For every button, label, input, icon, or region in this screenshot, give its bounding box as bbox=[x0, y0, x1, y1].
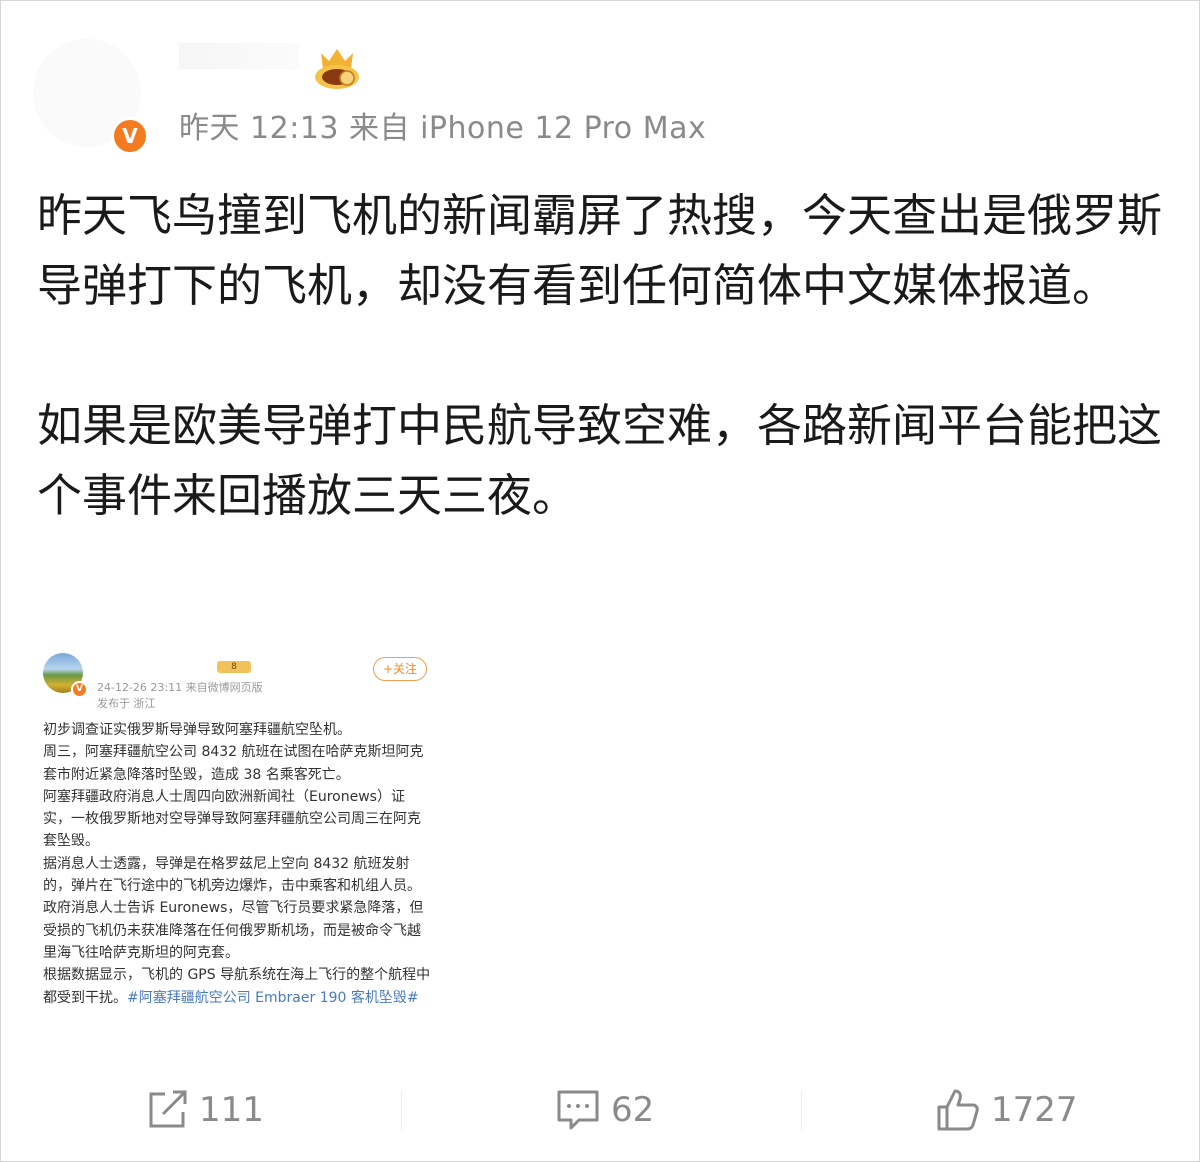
follow-button[interactable]: +关注 bbox=[373, 657, 427, 681]
embedded-screenshot[interactable]: V 8 +关注 24-12-26 23:11 来自微博网页版 发布于 浙江 初步… bbox=[31, 637, 439, 1057]
rank-crown-icon bbox=[315, 49, 359, 89]
embedded-body: 初步调查证实俄罗斯导弹导致阿塞拜疆航空坠机。 周三，阿塞拜疆航空公司 8432 … bbox=[43, 719, 431, 1009]
action-bar: 111 62 1727 bbox=[1, 1065, 1200, 1155]
embedded-verified-icon: V bbox=[71, 681, 88, 698]
comment-icon bbox=[557, 1090, 599, 1130]
repost-button[interactable]: 111 bbox=[145, 1087, 264, 1133]
comment-button[interactable]: 62 bbox=[555, 1087, 654, 1133]
post-card: V 昨天 12:13 来自 iPhone 12 Pro Max 昨天飞鸟撞到飞机… bbox=[0, 0, 1200, 1162]
like-count: 1727 bbox=[991, 1090, 1078, 1130]
embedded-line: 阿塞拜疆政府消息人士周四向欧洲新闻社（Euronews）证实，一枚俄罗斯地对空导… bbox=[43, 788, 421, 850]
post-meta: 昨天 12:13 来自 iPhone 12 Pro Max bbox=[179, 111, 707, 146]
embedded-level-badge: 8 bbox=[217, 661, 251, 673]
embedded-line: 初步调查证实俄罗斯导弹导致阿塞拜疆航空坠机。 bbox=[43, 722, 351, 738]
username-blurred[interactable] bbox=[179, 43, 299, 69]
post-paragraph: 如果是欧美导弹打中民航导致空难，各路新闻平台能把这个事件来回播放三天三夜。 bbox=[37, 399, 1163, 522]
embedded-time: 24-12-26 23:11 来自微博网页版 bbox=[97, 681, 263, 694]
like-button[interactable]: 1727 bbox=[935, 1087, 1078, 1133]
repost-icon bbox=[149, 1090, 187, 1128]
embedded-line: 周三，阿塞拜疆航空公司 8432 航班在试图在哈萨克斯坦阿克套市附近紧急降落时坠… bbox=[43, 744, 424, 783]
divider bbox=[801, 1091, 802, 1131]
embedded-line: 据消息人士透露，导弹是在格罗兹尼上空向 8432 航班发射的，弹片在飞行途中的飞… bbox=[43, 855, 421, 895]
thumbs-up-icon bbox=[937, 1089, 979, 1131]
embedded-line: 政府消息人士告诉 Euronews，尽管飞行员要求紧急降落，但受损的飞机仍未获准… bbox=[43, 900, 424, 961]
repost-count: 111 bbox=[199, 1090, 264, 1130]
divider bbox=[401, 1091, 402, 1131]
embedded-hashtag[interactable]: #阿塞拜疆航空公司 Embraer 190 客机坠毁# bbox=[127, 990, 419, 1006]
comment-count: 62 bbox=[611, 1090, 655, 1130]
verified-icon: V bbox=[111, 117, 149, 155]
post-paragraph: 昨天飞鸟撞到飞机的新闻霸屏了热搜，今天查出是俄罗斯导弹打下的飞机，却没有看到任何… bbox=[37, 189, 1163, 312]
post-body: 昨天飞鸟撞到飞机的新闻霸屏了热搜，今天查出是俄罗斯导弹打下的飞机，却没有看到任何… bbox=[37, 181, 1177, 531]
embedded-line: 根据数据显示，飞机的 GPS 导航系统在海上飞行的整个航程中都受到干扰。#阿塞拜… bbox=[43, 964, 431, 1009]
embedded-location: 发布于 浙江 bbox=[97, 697, 156, 710]
